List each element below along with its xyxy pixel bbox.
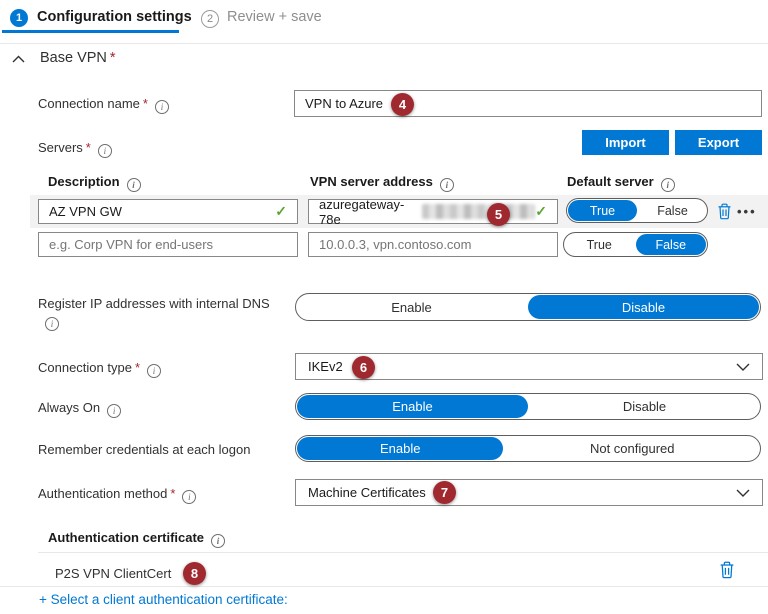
toggle-enable-option[interactable]: Enable	[296, 294, 527, 320]
valid-check-icon: ✓	[275, 203, 287, 219]
annotation-badge-5: 5	[487, 203, 510, 226]
required-asterisk: *	[134, 360, 141, 375]
info-icon[interactable]: i	[182, 490, 197, 504]
toggle-true-option[interactable]: True	[564, 233, 635, 256]
address-value: azuregateway-78e	[319, 196, 405, 227]
auth-method-label: Authentication method * i	[38, 485, 197, 504]
delete-row-icon[interactable]	[716, 202, 733, 221]
toggle-false-option[interactable]: False	[635, 234, 706, 255]
remember-credentials-toggle: Enable Not configured	[295, 435, 761, 462]
toggle-enable-option[interactable]: Enable	[297, 395, 528, 418]
required-asterisk: *	[142, 96, 148, 111]
annotation-badge-8: 8	[183, 562, 206, 585]
info-icon[interactable]: i	[211, 534, 226, 548]
section-title-text: Base VPN	[40, 50, 107, 66]
certificate-name: P2S VPN ClientCert	[55, 566, 172, 581]
certificate-divider-top	[38, 552, 768, 553]
required-asterisk: *	[170, 486, 176, 501]
step-1-circle[interactable]: 1	[10, 9, 28, 27]
select-certificate-link[interactable]: + Select a client authentication certifi…	[39, 592, 288, 607]
chevron-down-icon	[736, 363, 750, 371]
always-on-label: Always On i	[38, 399, 122, 418]
import-button[interactable]: Import	[582, 130, 669, 155]
auth-certificate-heading: Authentication certificate i	[48, 530, 226, 548]
toggle-disable-option[interactable]: Disable	[528, 295, 759, 319]
toggle-false-option[interactable]: False	[638, 199, 707, 222]
register-dns-label-text: Register IP addresses with internal DNS	[38, 296, 270, 311]
servers-label-text: Servers	[38, 140, 83, 155]
active-tab-underline	[2, 30, 179, 33]
connection-name-label: Connection name * i	[38, 95, 169, 114]
info-icon[interactable]: i	[660, 178, 675, 192]
info-icon[interactable]: i	[154, 100, 169, 114]
redacted-address-blur	[421, 204, 536, 219]
tabs-divider	[0, 43, 768, 44]
vpn-server-address-input-row1[interactable]: azuregateway-78e ✓	[308, 196, 558, 227]
toggle-not-configured-option[interactable]: Not configured	[504, 436, 760, 461]
annotation-badge-4: 4	[391, 93, 414, 116]
always-on-label-text: Always On	[38, 400, 101, 415]
vpn-server-address-input-row2[interactable]	[308, 232, 558, 257]
info-icon[interactable]: i	[107, 404, 122, 418]
valid-check-icon: ✓	[535, 203, 547, 219]
chevron-up-icon[interactable]	[11, 54, 25, 64]
toggle-enable-option[interactable]: Enable	[297, 437, 504, 460]
default-server-toggle-row1: True False	[566, 198, 708, 223]
delete-certificate-icon[interactable]	[718, 560, 735, 579]
tab-review-save[interactable]: Review + save	[227, 9, 322, 25]
required-asterisk: *	[109, 50, 116, 66]
certificate-divider-bottom	[0, 586, 768, 587]
connection-name-label-text: Connection name	[38, 96, 140, 111]
auth-certificate-heading-text: Authentication certificate	[48, 530, 205, 545]
default-server-toggle-row2: True False	[563, 232, 708, 257]
connection-name-input[interactable]	[294, 90, 762, 117]
export-button[interactable]: Export	[675, 130, 762, 155]
info-icon[interactable]: i	[126, 178, 141, 192]
connection-type-label: Connection type * i	[38, 359, 162, 378]
toggle-true-option[interactable]: True	[568, 200, 637, 221]
description-value: AZ VPN GW	[49, 204, 122, 219]
servers-label: Servers * i	[38, 139, 112, 158]
register-dns-label: Register IP addresses with internal DNS i	[38, 295, 290, 331]
tab-configuration-settings[interactable]: Configuration settings	[37, 9, 192, 25]
annotation-badge-7: 7	[433, 481, 456, 504]
info-icon[interactable]: i	[97, 144, 112, 158]
remember-credentials-label: Remember credentials at each logon	[38, 441, 250, 458]
required-asterisk: *	[85, 140, 91, 155]
column-header-description-text: Description	[48, 174, 120, 189]
column-header-default-server: Default server i	[567, 174, 675, 192]
chevron-down-icon	[736, 489, 750, 497]
column-header-default-server-text: Default server	[567, 174, 654, 189]
step-2-circle[interactable]: 2	[201, 10, 219, 28]
connection-type-label-text: Connection type	[38, 360, 132, 375]
auth-method-value: Machine Certificates	[308, 485, 426, 500]
register-dns-toggle: Enable Disable	[295, 293, 761, 321]
section-title: Base VPN *	[40, 50, 116, 67]
info-icon[interactable]: i	[45, 317, 59, 331]
auth-method-dropdown[interactable]: Machine Certificates	[295, 479, 763, 506]
auth-method-label-text: Authentication method	[38, 486, 168, 501]
info-icon[interactable]: i	[147, 364, 162, 378]
info-icon[interactable]: i	[439, 178, 454, 192]
always-on-toggle: Enable Disable	[295, 393, 761, 420]
row-context-menu-icon[interactable]: •••	[737, 204, 757, 219]
column-header-address: VPN server address i	[310, 174, 454, 192]
connection-type-value: IKEv2	[308, 359, 343, 374]
toggle-disable-option[interactable]: Disable	[529, 394, 760, 419]
description-input-row1[interactable]: AZ VPN GW ✓	[38, 199, 298, 224]
remember-credentials-label-text: Remember credentials at each logon	[38, 442, 251, 457]
description-input-row2[interactable]	[38, 232, 298, 257]
column-header-address-text: VPN server address	[310, 174, 433, 189]
annotation-badge-6: 6	[352, 356, 375, 379]
column-header-description: Description i	[48, 174, 141, 192]
